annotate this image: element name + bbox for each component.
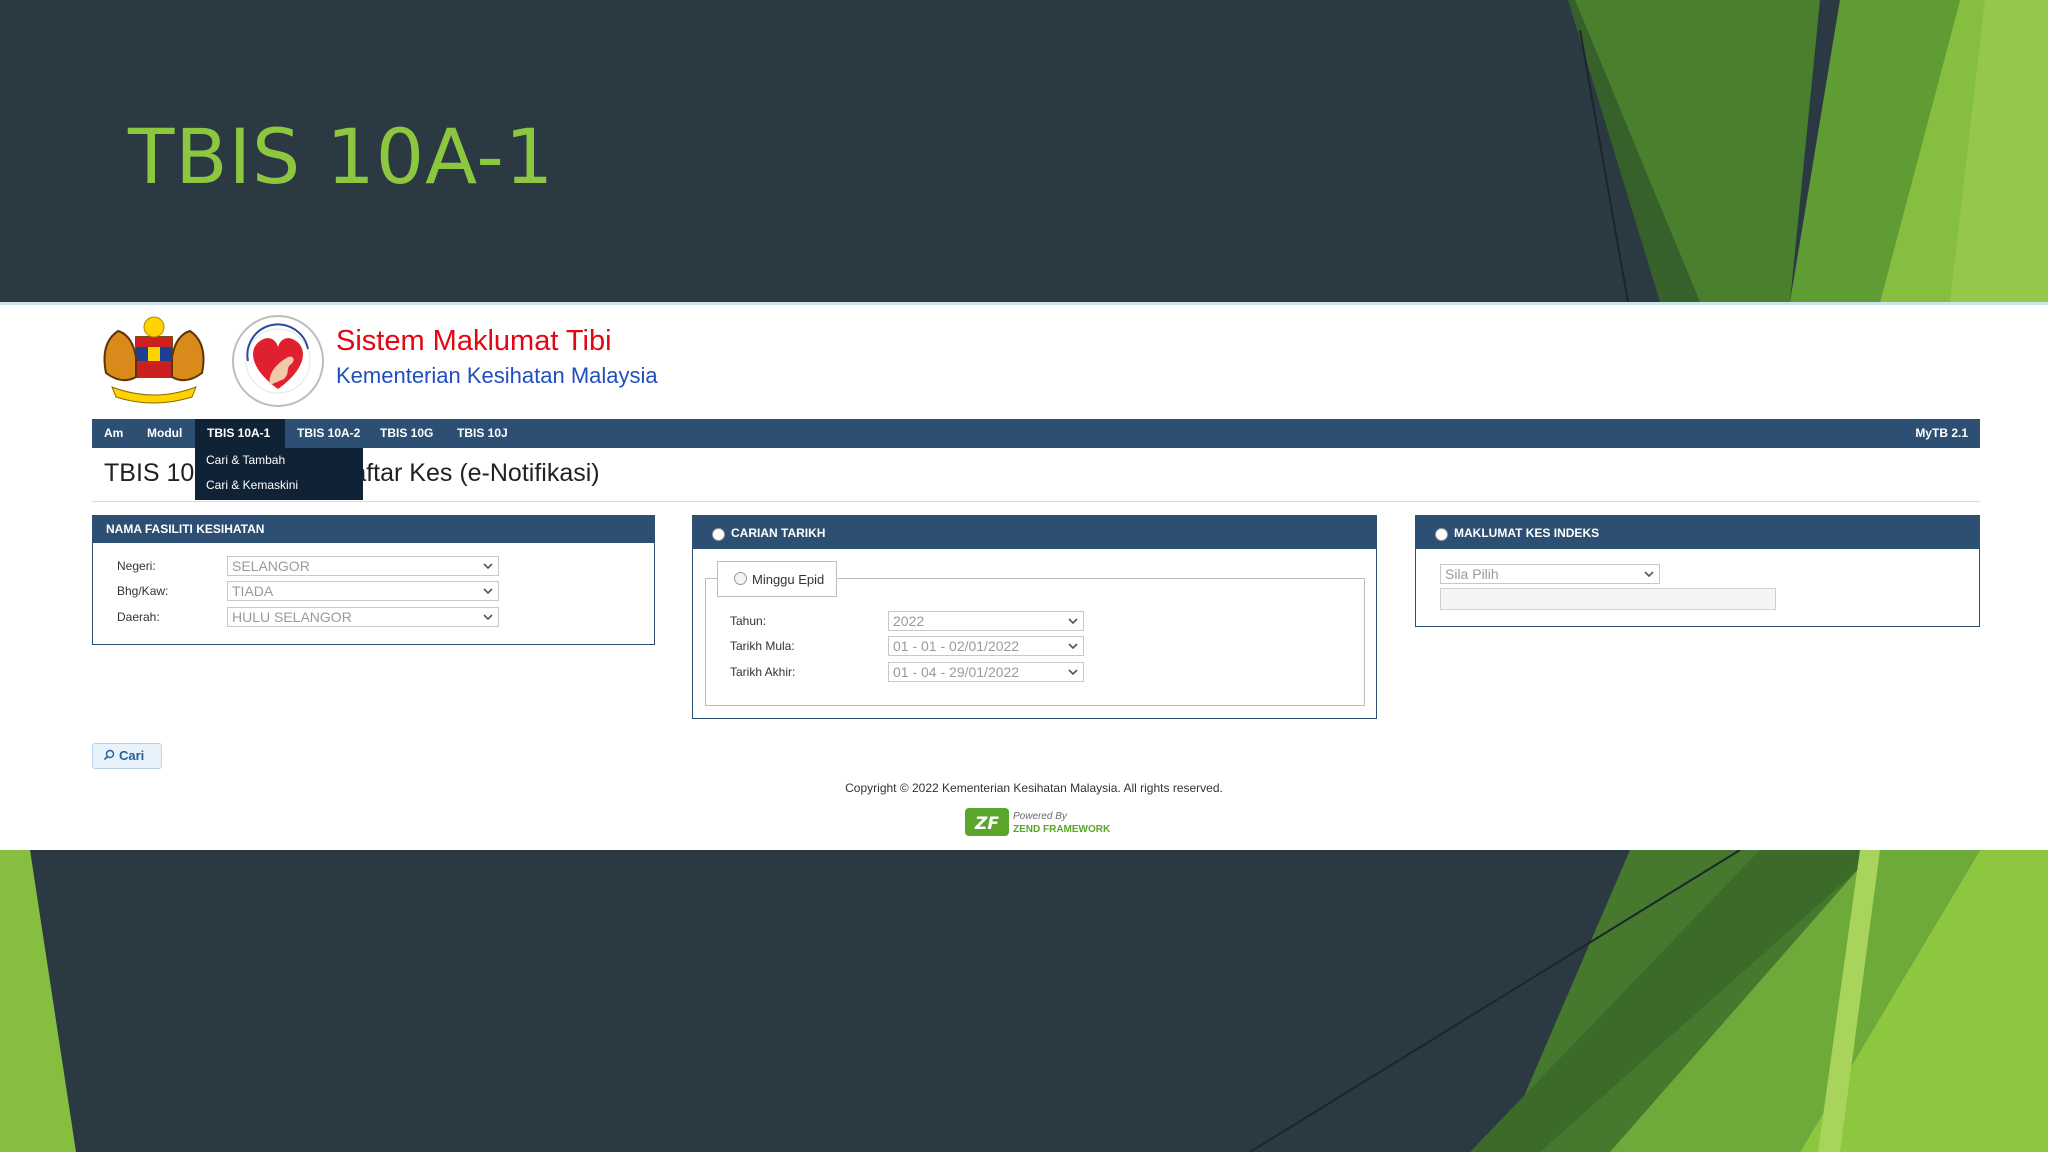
date-search-radio[interactable] — [712, 528, 725, 541]
negeri-select[interactable]: SELANGOR — [227, 556, 499, 576]
search-icon — [103, 749, 115, 761]
field-bhg-kaw: Bhg/Kaw: TIADA — [117, 581, 637, 601]
field-tarikh-mula: Tarikh Mula: 01 - 01 - 02/01/2022 — [730, 636, 1330, 656]
select-value: SELANGOR — [232, 558, 310, 574]
main-navbar: Am Modul TBIS 10A-1 TBIS 10A-2 TBIS 10G … — [92, 419, 1980, 448]
heart-logo — [232, 315, 324, 407]
powered-by-text: Powered By — [1013, 811, 1067, 822]
menu-item-cari-kemaskini[interactable]: Cari & Kemaskini — [195, 473, 363, 498]
chevron-down-icon — [1068, 643, 1078, 650]
select-value: Sila Pilih — [1445, 566, 1499, 582]
minggu-epid-option[interactable]: Minggu Epid — [717, 561, 838, 597]
index-case-panel-header: MAKLUMAT KES INDEKS — [1416, 516, 1979, 549]
facility-panel: NAMA FASILITI KESIHATAN Negeri: SELANGOR… — [92, 515, 655, 645]
tahun-select[interactable]: 2022 — [888, 611, 1084, 631]
field-daerah: Daerah: HULU SELANGOR — [117, 607, 637, 627]
field-label: Tahun: — [730, 614, 767, 628]
nav-dropdown-menu: Cari & Tambah Cari & Kemaskini — [195, 448, 363, 500]
index-case-panel-title: MAKLUMAT KES INDEKS — [1454, 526, 1600, 540]
field-label: Daerah: — [117, 610, 160, 624]
chevron-down-icon — [483, 614, 493, 621]
zend-framework-text: ZEND FRAMEWORK — [1013, 824, 1111, 835]
select-value: 01 - 04 - 29/01/2022 — [893, 664, 1020, 680]
copyright-text: Copyright © 2022 Kementerian Kesihatan M… — [845, 781, 1223, 795]
coat-of-arms-logo — [103, 316, 205, 404]
ministry-name: Kementerian Kesihatan Malaysia — [336, 363, 658, 388]
tarikh-akhir-select[interactable]: 01 - 04 - 29/01/2022 — [888, 662, 1084, 682]
nav-item-tbis-10j[interactable]: TBIS 10J — [445, 419, 520, 448]
chevron-down-icon — [1068, 669, 1078, 676]
heading-divider — [92, 501, 1980, 502]
nav-item-tbis-10a-1[interactable]: TBIS 10A-1 — [195, 419, 285, 448]
cari-button[interactable]: Cari — [92, 743, 162, 769]
daerah-select[interactable]: HULU SELANGOR — [227, 607, 499, 627]
page-heading-end: aftar Kes (e-Notifikasi) — [352, 459, 600, 487]
index-case-input[interactable] — [1440, 588, 1776, 610]
index-case-panel: MAKLUMAT KES INDEKS Sila Pilih — [1415, 515, 1980, 627]
page-heading-start: TBIS 10 — [104, 459, 195, 487]
field-tahun: Tahun: 2022 — [730, 611, 1330, 631]
background-decoration-bottom — [0, 850, 2048, 1152]
nav-item-modul[interactable]: Modul — [135, 419, 194, 448]
slide-title: TBIS 10A-1 — [128, 112, 555, 201]
chevron-down-icon — [483, 563, 493, 570]
select-value: 2022 — [893, 613, 925, 629]
zend-framework-logo: ZF — [965, 808, 1009, 836]
chevron-down-icon — [1068, 618, 1078, 625]
field-negeri: Negeri: SELANGOR — [117, 556, 637, 576]
bhg-kaw-select[interactable]: TIADA — [227, 581, 499, 601]
index-case-radio[interactable] — [1435, 528, 1448, 541]
chevron-down-icon — [1644, 571, 1654, 578]
minggu-epid-label: Minggu Epid — [752, 572, 825, 587]
select-value: HULU SELANGOR — [232, 609, 352, 625]
field-label: Bhg/Kaw: — [117, 584, 169, 598]
zf-logo-mark: ZF — [974, 814, 999, 834]
date-search-panel-title: CARIAN TARIKH — [731, 526, 826, 540]
index-case-select[interactable]: Sila Pilih — [1440, 564, 1660, 584]
menu-item-cari-tambah[interactable]: Cari & Tambah — [195, 448, 363, 473]
nav-item-tbis-10g[interactable]: TBIS 10G — [368, 419, 445, 448]
date-search-panel: CARIAN TARIKH Minggu Epid Tahun: 2022 Ta… — [692, 515, 1377, 719]
version-label: MyTB 2.1 — [1915, 426, 1968, 440]
field-label: Tarikh Mula: — [730, 639, 795, 653]
field-label: Negeri: — [117, 559, 156, 573]
app-screenshot: Sistem Maklumat Tibi Kementerian Kesihat… — [0, 302, 2048, 850]
field-label: Tarikh Akhir: — [730, 665, 796, 679]
cari-button-label: Cari — [119, 748, 145, 763]
nav-item-am[interactable]: Am — [92, 419, 135, 448]
facility-panel-title: NAMA FASILITI KESIHATAN — [93, 516, 654, 543]
select-value: TIADA — [232, 583, 274, 599]
nav-item-tbis-10a-2[interactable]: TBIS 10A-2 — [285, 419, 372, 448]
select-value: 01 - 01 - 02/01/2022 — [893, 638, 1020, 654]
minggu-epid-radio[interactable] — [734, 572, 747, 585]
chevron-down-icon — [483, 588, 493, 595]
system-name: Sistem Maklumat Tibi — [336, 325, 612, 357]
field-tarikh-akhir: Tarikh Akhir: 01 - 04 - 29/01/2022 — [730, 662, 1330, 682]
tarikh-mula-select[interactable]: 01 - 01 - 02/01/2022 — [888, 636, 1084, 656]
date-search-panel-header: CARIAN TARIKH — [693, 516, 1376, 549]
